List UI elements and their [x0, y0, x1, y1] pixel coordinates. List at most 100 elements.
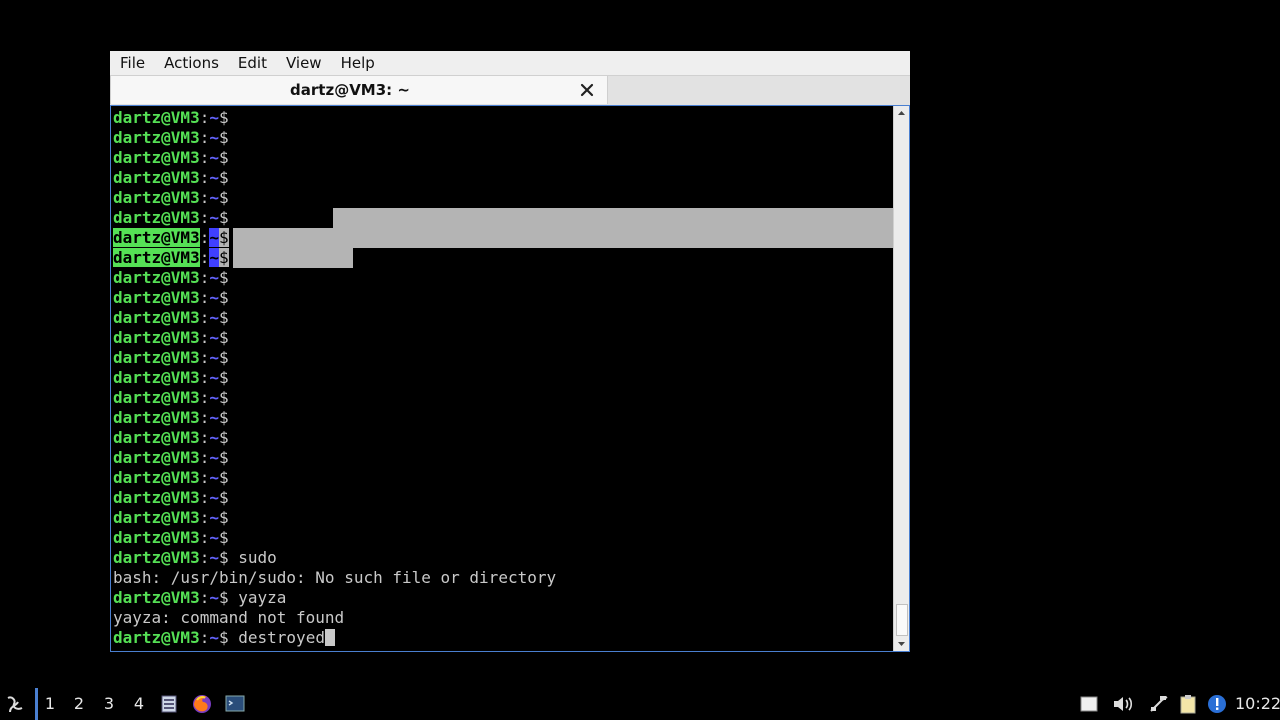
prompt-colon: : [199, 108, 210, 127]
prompt-line: dartz@VM3:~$ [113, 248, 229, 268]
text-cursor [324, 629, 335, 646]
prompt-user: dartz@VM3 [113, 288, 200, 307]
menu-actions[interactable]: Actions [154, 51, 228, 75]
prompt-colon: : [199, 348, 210, 367]
prompt-user: dartz@VM3 [113, 188, 200, 207]
selection-highlight [333, 208, 893, 248]
prompt-user: dartz@VM3 [113, 448, 200, 467]
prompt-line: dartz@VM3:~$ [113, 108, 229, 128]
prompt-dollar: $ [218, 548, 229, 567]
output-line: bash: /usr/bin/sudo: No such file or dir… [113, 568, 557, 587]
prompt-colon: : [199, 168, 210, 187]
prompt-user: dartz@VM3 [113, 368, 200, 387]
prompt-line: dartz@VM3:~$ [113, 328, 229, 348]
prompt-dollar: $ [218, 528, 229, 547]
prompt-user: dartz@VM3 [113, 428, 200, 447]
network-icon[interactable] [1148, 694, 1170, 714]
menu-edit[interactable]: Edit [228, 51, 276, 75]
prompt-line: dartz@VM3:~$ [113, 388, 229, 408]
prompt-user: dartz@VM3 [113, 108, 200, 127]
prompt-line: dartz@VM3:~$ [113, 308, 229, 328]
prompt-colon: : [199, 448, 210, 467]
terminal-frame: dartz@VM3:~$ dartz@VM3:~$ dartz@VM3:~$ dart… [110, 105, 910, 652]
prompt-path: ~ [209, 188, 219, 207]
prompt-line: dartz@VM3:~$ [113, 268, 229, 288]
terminal-output[interactable]: dartz@VM3:~$ dartz@VM3:~$ dartz@VM3:~$ dart… [112, 107, 893, 651]
prompt-path: ~ [209, 508, 219, 527]
prompt-dollar: $ [218, 208, 229, 227]
menu-bar: File Actions Edit View Help [110, 51, 910, 75]
prompt-dollar: $ [218, 248, 229, 267]
prompt-path: ~ [209, 288, 219, 307]
prompt-user: dartz@VM3 [113, 168, 200, 187]
prompt-path: ~ [209, 348, 219, 367]
tab-terminal[interactable]: dartz@VM3: ~ [110, 76, 608, 104]
workspace-1[interactable]: 1 [35, 688, 62, 720]
window-icon[interactable] [1080, 696, 1098, 712]
firefox-icon[interactable] [191, 693, 213, 715]
prompt-dollar: $ [218, 348, 229, 367]
command-text: sudo [228, 548, 277, 567]
prompt-dollar: $ [218, 148, 229, 167]
terminal-window: File Actions Edit View Help dartz@VM3: ~… [110, 51, 910, 652]
prompt-line: dartz@VM3:~$ [113, 408, 229, 428]
prompt-user: dartz@VM3 [113, 148, 200, 167]
prompt-line: dartz@VM3:~$ [113, 208, 229, 228]
menu-help[interactable]: Help [331, 51, 384, 75]
prompt-user: dartz@VM3 [113, 468, 200, 487]
prompt-colon: : [199, 208, 210, 227]
prompt-line: dartz@VM3:~$ [113, 148, 229, 168]
prompt-dollar: $ [218, 268, 229, 287]
prompt-dollar: $ [218, 588, 229, 607]
prompt-line: dartz@VM3:~$ [113, 168, 229, 188]
close-icon[interactable] [579, 82, 595, 98]
prompt-user: dartz@VM3 [113, 528, 200, 547]
update-icon[interactable] [1207, 694, 1227, 714]
scrollbar-thumb[interactable] [896, 604, 908, 636]
prompt-dollar: $ [218, 368, 229, 387]
workspace-2[interactable]: 2 [67, 688, 91, 720]
start-menu-icon[interactable] [4, 694, 26, 716]
prompt-colon: : [199, 248, 210, 267]
prompt-line: dartz@VM3:~$ [113, 428, 229, 448]
menu-view[interactable]: View [276, 51, 331, 75]
prompt-path: ~ [209, 448, 219, 467]
prompt-user: dartz@VM3 [113, 548, 200, 567]
prompt-dollar: $ [218, 488, 229, 507]
scroll-down-icon[interactable] [894, 637, 909, 651]
prompt-line: dartz@VM3:~$ [113, 488, 229, 508]
prompt-colon: : [199, 528, 210, 547]
prompt-path: ~ [209, 548, 219, 567]
prompt-colon: : [199, 488, 210, 507]
prompt-user: dartz@VM3 [113, 488, 200, 507]
prompt-path: ~ [209, 628, 219, 647]
prompt-dollar: $ [218, 428, 229, 447]
terminal-scrollbar[interactable] [893, 106, 909, 651]
file-manager-icon[interactable] [160, 695, 178, 713]
prompt-path: ~ [209, 468, 219, 487]
prompt-line: dartz@VM3:~$ [113, 288, 229, 308]
prompt-colon: : [199, 188, 210, 207]
prompt-user: dartz@VM3 [113, 328, 200, 347]
clipboard-icon[interactable] [1179, 694, 1197, 714]
workspace-3[interactable]: 3 [97, 688, 121, 720]
prompt-dollar: $ [218, 188, 229, 207]
prompt-colon: : [199, 148, 210, 167]
prompt-dollar: $ [218, 468, 229, 487]
selection-highlight [233, 248, 353, 268]
prompt-colon: : [199, 228, 210, 247]
prompt-colon: : [199, 508, 210, 527]
clock[interactable]: 10:22 [1235, 688, 1280, 720]
prompt-path: ~ [209, 248, 219, 267]
menu-file[interactable]: File [110, 51, 154, 75]
prompt-path: ~ [209, 268, 219, 287]
prompt-path: ~ [209, 128, 219, 147]
volume-icon[interactable] [1112, 694, 1134, 714]
prompt-dollar: $ [218, 328, 229, 347]
prompt-user: dartz@VM3 [113, 268, 200, 287]
terminal-icon[interactable] [225, 695, 245, 713]
scroll-up-icon[interactable] [894, 106, 909, 120]
prompt-dollar: $ [218, 408, 229, 427]
prompt-path: ~ [209, 308, 219, 327]
workspace-4[interactable]: 4 [127, 688, 151, 720]
